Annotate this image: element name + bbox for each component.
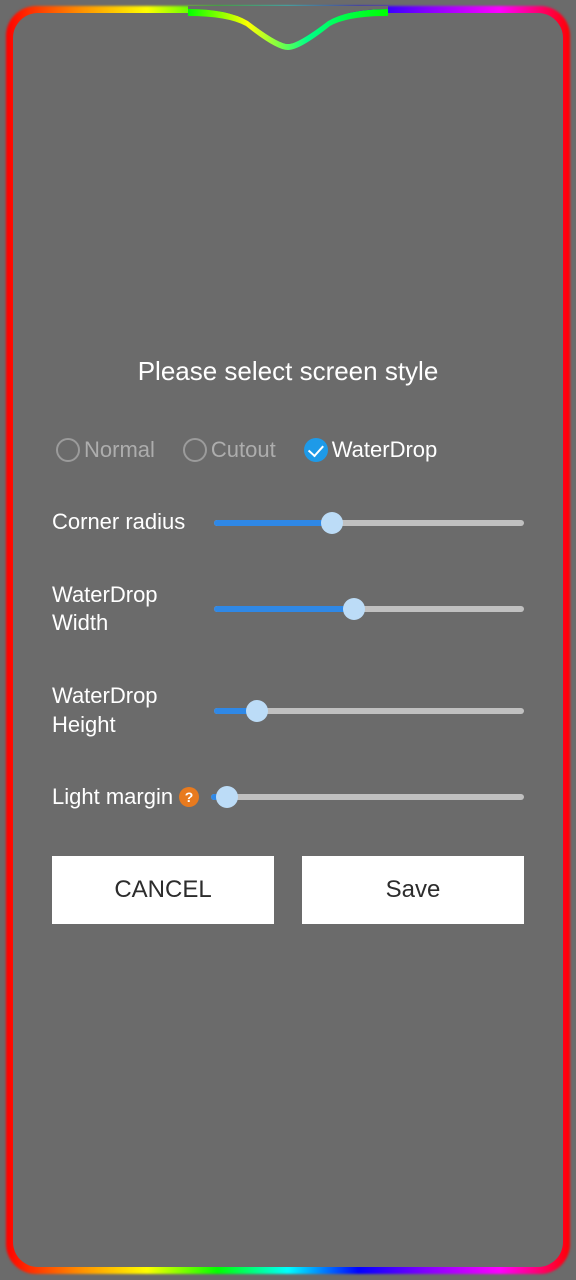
light-margin-slider[interactable] [211,785,524,809]
radio-label: Cutout [211,437,276,463]
light-margin-row: Light margin ? [52,783,524,812]
corner-radius-row: Corner radius [52,508,524,537]
slider-fill [214,606,354,612]
radio-icon-selected [304,438,328,462]
radio-icon [183,438,207,462]
slider-label: Light margin ? [52,783,199,812]
slider-thumb[interactable] [246,700,268,722]
screen-style-radios: Normal Cutout WaterDrop [52,437,524,463]
waterdrop-width-slider[interactable] [214,597,524,621]
help-icon[interactable]: ? [179,787,199,807]
radio-cutout[interactable]: Cutout [183,437,276,463]
slider-thumb[interactable] [216,786,238,808]
slider-thumb[interactable] [343,598,365,620]
save-button[interactable]: Save [302,856,524,924]
cancel-button[interactable]: CANCEL [52,856,274,924]
radio-icon [56,438,80,462]
dialog-buttons: CANCEL Save [52,856,524,924]
settings-panel: Please select screen style Normal Cutout… [0,0,576,1280]
slider-fill [214,520,332,526]
slider-thumb[interactable] [321,512,343,534]
radio-label: WaterDrop [332,437,438,463]
waterdrop-height-slider[interactable] [214,699,524,723]
radio-normal[interactable]: Normal [56,437,155,463]
waterdrop-width-row: WaterDrop Width [52,581,524,638]
slider-label: WaterDrop Width [52,581,202,638]
radio-waterdrop[interactable]: WaterDrop [304,437,438,463]
waterdrop-height-row: WaterDrop Height [52,682,524,739]
radio-label: Normal [84,437,155,463]
corner-radius-slider[interactable] [214,511,524,535]
slider-track [211,794,524,800]
slider-label: Corner radius [52,508,202,537]
page-title: Please select screen style [52,356,524,387]
slider-label: WaterDrop Height [52,682,202,739]
